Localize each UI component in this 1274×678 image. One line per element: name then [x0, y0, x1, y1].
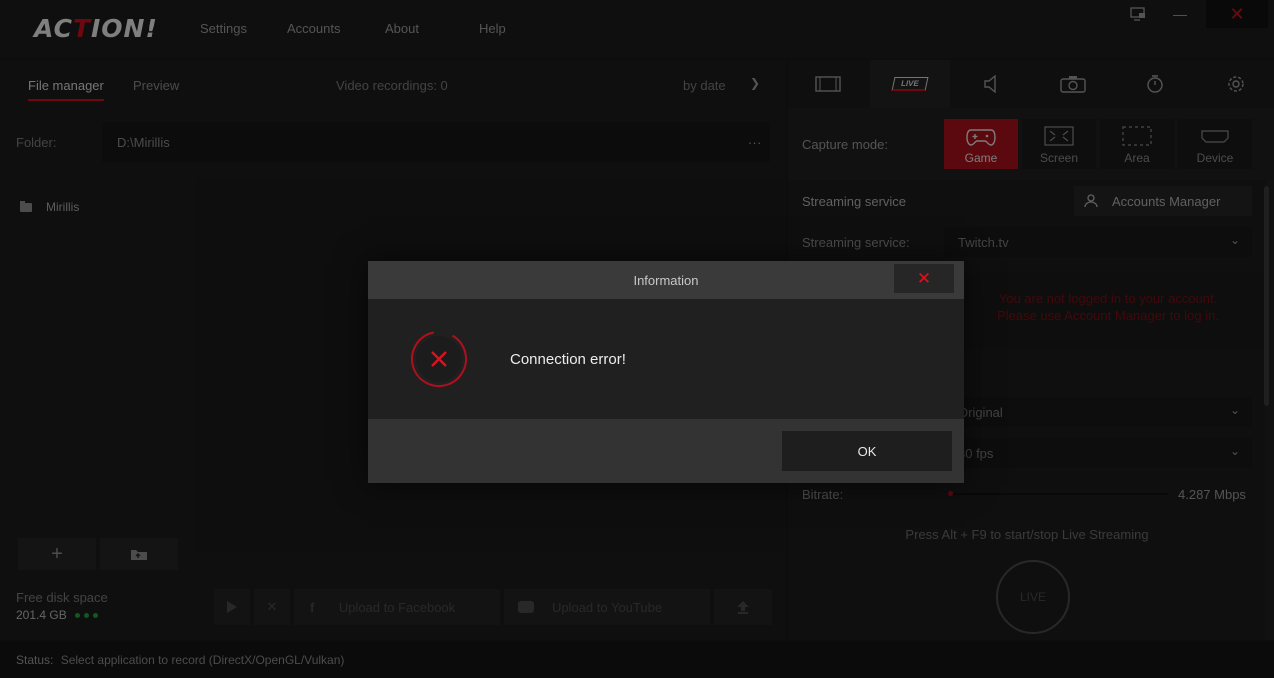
information-dialog: Information ✕ Connection error! OK: [368, 261, 964, 483]
dialog-body: Connection error!: [368, 299, 964, 419]
dialog-close-button[interactable]: ✕: [894, 264, 954, 293]
ok-button[interactable]: OK: [782, 431, 952, 471]
dialog-message: Connection error!: [510, 351, 626, 368]
dialog-footer: OK: [368, 419, 964, 483]
error-icon: [411, 331, 467, 387]
close-icon: ✕: [916, 268, 932, 288]
app-window: ACTION! Settings Accounts About Help — ✕…: [0, 0, 1274, 678]
dialog-header: Information ✕: [368, 261, 964, 299]
dialog-title: Information: [633, 273, 699, 288]
